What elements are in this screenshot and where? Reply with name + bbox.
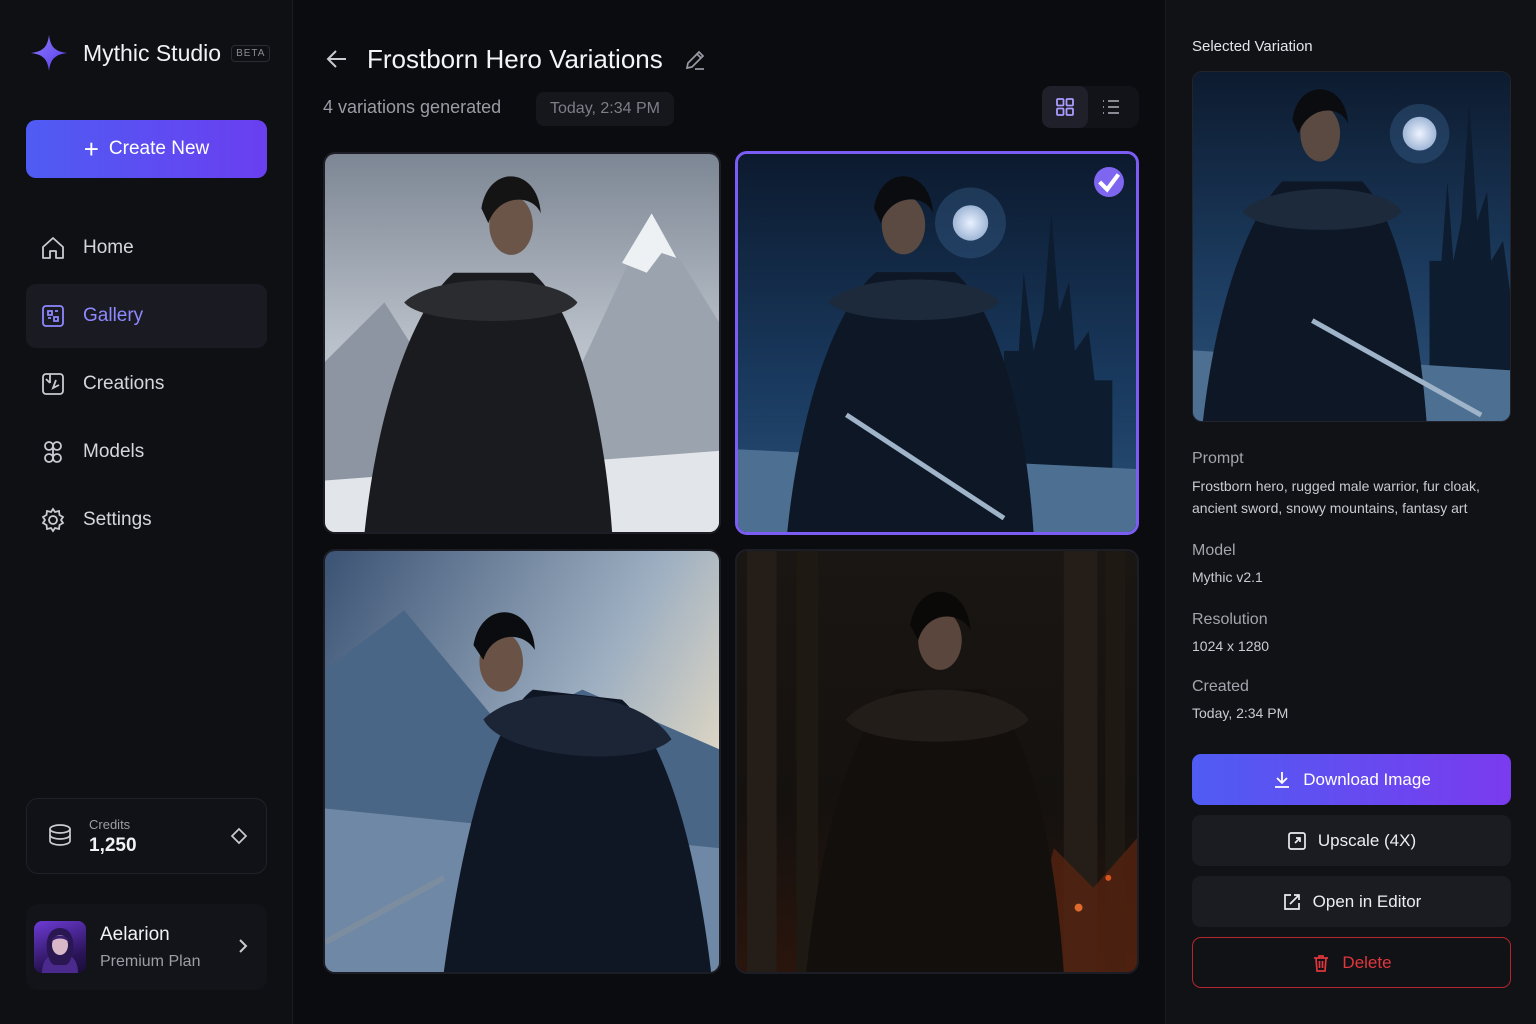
variation-image-1	[325, 154, 719, 532]
models-icon	[40, 439, 66, 465]
sidebar-item-label: Models	[83, 441, 145, 462]
gear-icon	[40, 507, 66, 533]
model-label: Model	[1192, 542, 1236, 559]
variation-card-4[interactable]	[735, 549, 1139, 974]
plus-icon: +	[83, 134, 99, 164]
sidebar-item-models[interactable]: Models	[26, 420, 267, 484]
generated-date: Today, 2:34 PM	[536, 92, 674, 126]
create-new-button[interactable]: + Create New	[26, 120, 267, 178]
brand[interactable]: Mythic Studio BETA	[30, 34, 271, 72]
sidebar-item-gallery[interactable]: Gallery	[26, 284, 267, 348]
resolution-label: Resolution	[1192, 611, 1268, 628]
list-view-button[interactable]	[1088, 86, 1134, 128]
upscale-label: Upscale (4X)	[1317, 830, 1417, 850]
open-in-editor-button[interactable]: Open in Editor	[1192, 876, 1511, 927]
grid-icon	[1056, 98, 1074, 116]
credits-value: 1,250	[89, 835, 137, 856]
app-name: Mythic Studio	[83, 39, 222, 66]
details-panel: Selected Variation Prompt Frostborn hero…	[1165, 0, 1536, 1024]
grid-view-button[interactable]	[1042, 86, 1088, 128]
sidebar-item-label: Settings	[83, 509, 152, 530]
created-value: Today, 2:34 PM	[1192, 705, 1289, 721]
sidebar-item-label: Creations	[83, 373, 165, 394]
main-content: Frostborn Hero Variations 4 variations g…	[293, 0, 1165, 1024]
variation-image-2	[738, 154, 1136, 532]
user-profile[interactable]: Aelarion Premium Plan	[26, 904, 267, 990]
prompt-label: Prompt	[1192, 450, 1244, 467]
upscale-button[interactable]: Upscale (4X)	[1192, 815, 1511, 866]
trash-icon	[1311, 953, 1331, 973]
delete-button[interactable]: Delete	[1192, 937, 1511, 988]
preview-image	[1193, 72, 1510, 421]
upscale-icon	[1287, 831, 1307, 851]
avatar	[34, 921, 86, 973]
delete-label: Delete	[1342, 952, 1392, 972]
selected-preview-image[interactable]	[1192, 71, 1511, 422]
chevron-right-icon	[239, 939, 248, 953]
home-icon	[40, 235, 66, 261]
variation-image-4	[737, 551, 1137, 972]
sparkle-logo-icon	[31, 35, 67, 71]
user-plan: Premium Plan	[100, 953, 201, 970]
credits-label: Credits	[89, 817, 131, 832]
user-name: Aelarion	[100, 924, 170, 945]
sidebar-item-label: Gallery	[83, 305, 144, 326]
download-icon	[1272, 770, 1292, 790]
resolution-value: 1024 x 1280	[1192, 638, 1270, 654]
list-icon	[1103, 100, 1119, 114]
coins-icon	[49, 824, 71, 846]
panel-title: Selected Variation	[1192, 38, 1313, 55]
open-in-editor-label: Open in Editor	[1312, 891, 1422, 911]
variation-image-3	[325, 551, 719, 972]
sidebar-item-creations[interactable]: Creations	[26, 352, 267, 416]
variation-card-3[interactable]	[323, 549, 721, 974]
beta-badge: BETA	[231, 44, 271, 62]
variations-count: 4 variations generated	[323, 97, 502, 117]
selected-check-icon	[1094, 167, 1124, 197]
sidebar-item-label: Home	[83, 237, 134, 258]
download-image-button[interactable]: Download Image	[1192, 754, 1511, 805]
credits-card[interactable]: Credits 1,250	[26, 798, 267, 874]
creations-icon	[40, 371, 66, 397]
back-arrow-icon[interactable]	[325, 46, 349, 72]
model-value: Mythic v2.1	[1192, 569, 1263, 585]
created-label: Created	[1192, 678, 1249, 695]
view-toggle	[1042, 86, 1139, 128]
diamond-icon[interactable]	[230, 827, 248, 845]
sidebar-item-settings[interactable]: Settings	[26, 488, 267, 552]
variation-card-2[interactable]	[735, 151, 1139, 535]
prompt-text: Frostborn hero, rugged male warrior, fur…	[1192, 478, 1480, 516]
sidebar: Mythic Studio BETA + Create New Home Gal…	[0, 0, 293, 1024]
page-title: Frostborn Hero Variations	[367, 44, 663, 74]
sidebar-nav: Home Gallery Creations Models Settings	[26, 216, 267, 556]
download-label: Download Image	[1303, 769, 1431, 789]
variation-card-1[interactable]	[323, 152, 721, 534]
gallery-icon	[40, 303, 66, 329]
sidebar-item-home[interactable]: Home	[26, 216, 267, 280]
external-edit-icon	[1282, 892, 1302, 912]
pencil-icon[interactable]	[683, 48, 707, 72]
create-new-label: Create New	[108, 138, 210, 159]
